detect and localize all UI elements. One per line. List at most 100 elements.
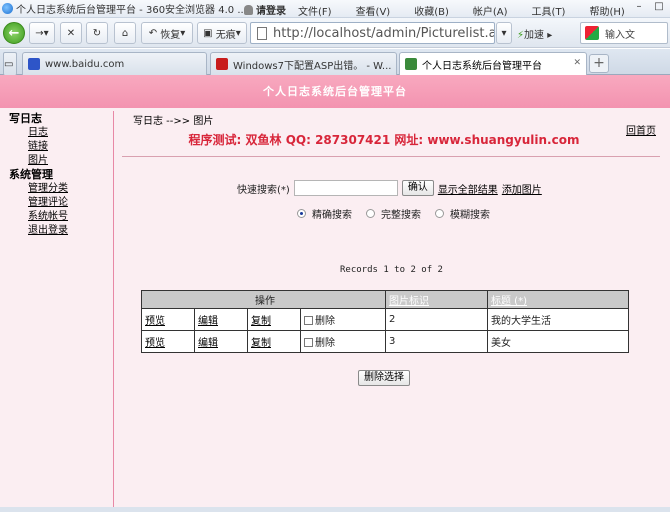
panel-icon: ▭ bbox=[4, 58, 14, 70]
copy-link[interactable]: 复制 bbox=[251, 316, 271, 327]
navigation-toolbar: ← →▾ ✕ ↻ ⌂ ↶ 恢复 ▾ ▣ 无痕 ▾ http://localhost/… bbox=[0, 18, 670, 48]
copy-link[interactable]: 复制 bbox=[251, 338, 271, 349]
search-input[interactable]: 输入文 bbox=[580, 22, 668, 44]
undo-icon: ↶ bbox=[148, 27, 158, 39]
maximize-icon[interactable]: □ bbox=[652, 1, 666, 12]
delete-checkbox[interactable] bbox=[304, 338, 313, 347]
column-header-title[interactable]: 标题 (*) bbox=[487, 290, 629, 309]
row-title: 美女 bbox=[487, 330, 629, 353]
column-header-ops: 操作 bbox=[141, 290, 386, 309]
menu-favorites[interactable]: 收藏(B) bbox=[414, 3, 449, 18]
sidebar-item-log[interactable]: 日志 bbox=[9, 126, 113, 140]
search-form: 快速搜索(*) 确认 显示全部结果 添加图片 bbox=[237, 180, 542, 196]
table-header-row: 操作 图片标识 标题 (*) bbox=[141, 290, 629, 309]
stop-button[interactable]: ✕ bbox=[60, 22, 82, 44]
login-link[interactable]: 请登录 bbox=[244, 2, 286, 17]
sidebar-item-accounts[interactable]: 系统帐号 bbox=[9, 210, 113, 224]
tab-bar: ▭ www.baidu.com Windows7下配置ASP出错。 - W...… bbox=[0, 49, 670, 75]
close-icon: ✕ bbox=[66, 27, 76, 39]
row-picture-id: 2 bbox=[385, 308, 488, 331]
home-icon: ⌂ bbox=[121, 27, 129, 39]
preview-link[interactable]: 预览 bbox=[145, 338, 165, 349]
menu-file[interactable]: 文件(F) bbox=[298, 3, 332, 18]
menu-bar: 文件(F) 查看(V) 收藏(B) 帐户(A) 工具(T) 帮助(H) bbox=[298, 3, 649, 18]
row-title: 我的大学生活 bbox=[487, 308, 629, 331]
edit-link[interactable]: 编辑 bbox=[198, 316, 218, 327]
speed-up-button[interactable]: ⚡加速 ▸ bbox=[517, 26, 552, 41]
search-placeholder: 输入文 bbox=[605, 29, 635, 41]
status-bar bbox=[0, 507, 670, 512]
menu-view[interactable]: 查看(V) bbox=[356, 3, 391, 18]
confirm-button[interactable]: 确认 bbox=[401, 180, 434, 196]
menu-help[interactable]: 帮助(H) bbox=[589, 3, 624, 18]
row-delete-cell: 删除 bbox=[300, 308, 386, 331]
column-header-picture-id[interactable]: 图片标识 bbox=[385, 290, 488, 309]
delete-selected-button[interactable]: 删除选择 bbox=[358, 370, 410, 386]
tab-baidu[interactable]: www.baidu.com bbox=[22, 52, 207, 75]
address-bar[interactable]: http://localhost/admin/Picturelist.asp?c… bbox=[250, 22, 495, 44]
address-text: http://localhost/admin/Picturelist.asp?c… bbox=[273, 25, 495, 41]
sidebar-group-write-log: 写日志 bbox=[9, 112, 42, 125]
minimize-icon[interactable]: – bbox=[632, 1, 646, 12]
exact-search-radio[interactable] bbox=[297, 209, 306, 218]
tab-close-icon[interactable]: ✕ bbox=[573, 58, 581, 68]
fuzzy-search-label: 模糊搜索 bbox=[450, 210, 490, 221]
records-count: Records 1 to 2 of 2 bbox=[340, 265, 443, 275]
delete-label: 删除 bbox=[315, 338, 335, 349]
full-search-radio[interactable] bbox=[366, 209, 375, 218]
sidebar-item-categories[interactable]: 管理分类 bbox=[9, 182, 113, 196]
sidebar-item-pictures[interactable]: 图片 bbox=[9, 154, 113, 168]
table-row: 预览 编辑 复制 删除 3 美女 bbox=[141, 330, 629, 353]
edit-link[interactable]: 编辑 bbox=[198, 338, 218, 349]
web-page: 个人日志系统后台管理平台 写日志 日志 链接 图片 系统管理 管理分类 管理评论… bbox=[0, 75, 670, 512]
arrow-right-icon: →▾ bbox=[35, 27, 49, 39]
picture-table: 操作 图片标识 标题 (*) 预览 编辑 复制 删除 2 我的大学生活 预览 编… bbox=[141, 290, 629, 353]
sidebar-group-system: 系统管理 bbox=[9, 168, 53, 181]
browser-logo-icon bbox=[2, 3, 13, 14]
user-icon bbox=[244, 5, 253, 15]
forward-button[interactable]: →▾ bbox=[29, 22, 55, 44]
sidebar: 写日志 日志 链接 图片 系统管理 管理分类 管理评论 系统帐号 退出登录 bbox=[0, 111, 114, 512]
page-icon bbox=[257, 27, 267, 40]
back-button[interactable]: ← bbox=[3, 22, 25, 44]
sidebar-item-links[interactable]: 链接 bbox=[9, 140, 113, 154]
sidebar-item-comments[interactable]: 管理评论 bbox=[9, 196, 113, 210]
fuzzy-search-radio[interactable] bbox=[435, 209, 444, 218]
exact-search-label: 精确搜索 bbox=[312, 210, 352, 221]
delete-label: 删除 bbox=[315, 316, 335, 327]
menu-account[interactable]: 帐户(A) bbox=[473, 3, 508, 18]
row-picture-id: 3 bbox=[385, 330, 488, 353]
table-row: 预览 编辑 复制 删除 2 我的大学生活 bbox=[141, 308, 629, 331]
search-mode-group: 精确搜索 完整搜索 模糊搜索 bbox=[297, 206, 504, 221]
search-engine-icon bbox=[585, 26, 599, 40]
add-picture-link[interactable]: 添加图片 bbox=[502, 181, 542, 196]
tab-admin-platform[interactable]: 个人日志系统后台管理平台 ✕ bbox=[399, 52, 587, 75]
row-edit-cell: 编辑 bbox=[194, 308, 248, 331]
row-delete-cell: 删除 bbox=[300, 330, 386, 353]
show-all-link[interactable]: 显示全部结果 bbox=[438, 181, 498, 196]
preview-link[interactable]: 预览 bbox=[145, 316, 165, 327]
row-preview-cell: 预览 bbox=[141, 330, 195, 353]
delete-checkbox[interactable] bbox=[304, 316, 313, 325]
incognito-icon: ▣ bbox=[203, 27, 213, 39]
quick-search-input[interactable] bbox=[293, 180, 398, 196]
sidebar-item-logout[interactable]: 退出登录 bbox=[9, 224, 113, 238]
private-mode-button[interactable]: ▣ 无痕 ▾ bbox=[197, 22, 247, 44]
window-titlebar: 个人日志系统后台管理平台 - 360安全浏览器 4.0 ... 请登录 文件(F… bbox=[0, 0, 670, 18]
menu-tools[interactable]: 工具(T) bbox=[532, 3, 566, 18]
row-preview-cell: 预览 bbox=[141, 308, 195, 331]
lightning-icon: ⚡ bbox=[517, 30, 525, 41]
tab-windows7-asp[interactable]: Windows7下配置ASP出错。 - W... bbox=[210, 52, 397, 75]
address-dropdown-button[interactable]: ▾ bbox=[496, 22, 512, 44]
full-search-label: 完整搜索 bbox=[381, 210, 421, 221]
main-content: 写日志 -->> 图片 回首页 程序测试: 双鱼林 QQ: 287307421 … bbox=[114, 111, 670, 512]
restore-button[interactable]: ↶ 恢复 ▾ bbox=[141, 22, 193, 44]
window-controls: – □ bbox=[632, 1, 666, 12]
site-favicon-icon bbox=[216, 58, 228, 70]
row-edit-cell: 编辑 bbox=[194, 330, 248, 353]
refresh-button[interactable]: ↻ bbox=[86, 22, 108, 44]
baidu-favicon-icon bbox=[28, 58, 40, 70]
new-tab-button[interactable]: + bbox=[589, 54, 609, 73]
sidebar-toggle-button[interactable]: ▭ bbox=[3, 52, 17, 75]
home-button[interactable]: ⌂ bbox=[114, 22, 136, 44]
